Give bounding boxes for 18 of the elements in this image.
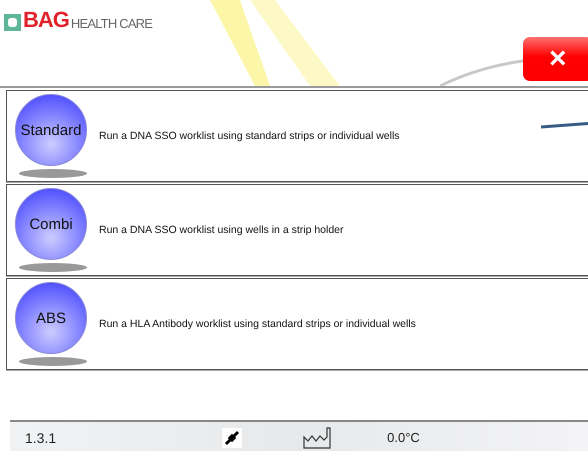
plug-icon [222,428,242,448]
line-drawing [541,121,588,129]
option-description: Run a DNA SSO worklist using standard strips or individual wells [99,130,400,142]
mode-button[interactable]: ABS [15,282,87,354]
version-text: 1.3.1 [25,430,56,446]
logo-brand: BAG [23,9,69,31]
logo-subtitle: HEALTH CARE [70,16,152,31]
logo-icon [4,14,21,31]
mode-button[interactable]: Combi [15,188,87,260]
option-description: Run a HLA Antibody worklist using standard strips or individual wells [99,318,416,330]
temperature-text: 0.0°C [387,430,420,445]
close-button[interactable]: × [523,37,588,81]
worklist-option[interactable]: Standard Run a DNA SSO worklist using standard strips or individual wells [6,90,588,182]
mode-button[interactable]: Standard [15,94,87,166]
option-description: Run a DNA SSO worklist using wells in a strip holder [99,224,344,236]
factory-icon [303,426,332,448]
worklist-option[interactable]: Combi Run a DNA SSO worklist using wells in a strip holder [6,184,588,276]
worklist-option[interactable]: ABS Run a HLA Antibody worklist using standard strips or individual wells [6,278,588,370]
